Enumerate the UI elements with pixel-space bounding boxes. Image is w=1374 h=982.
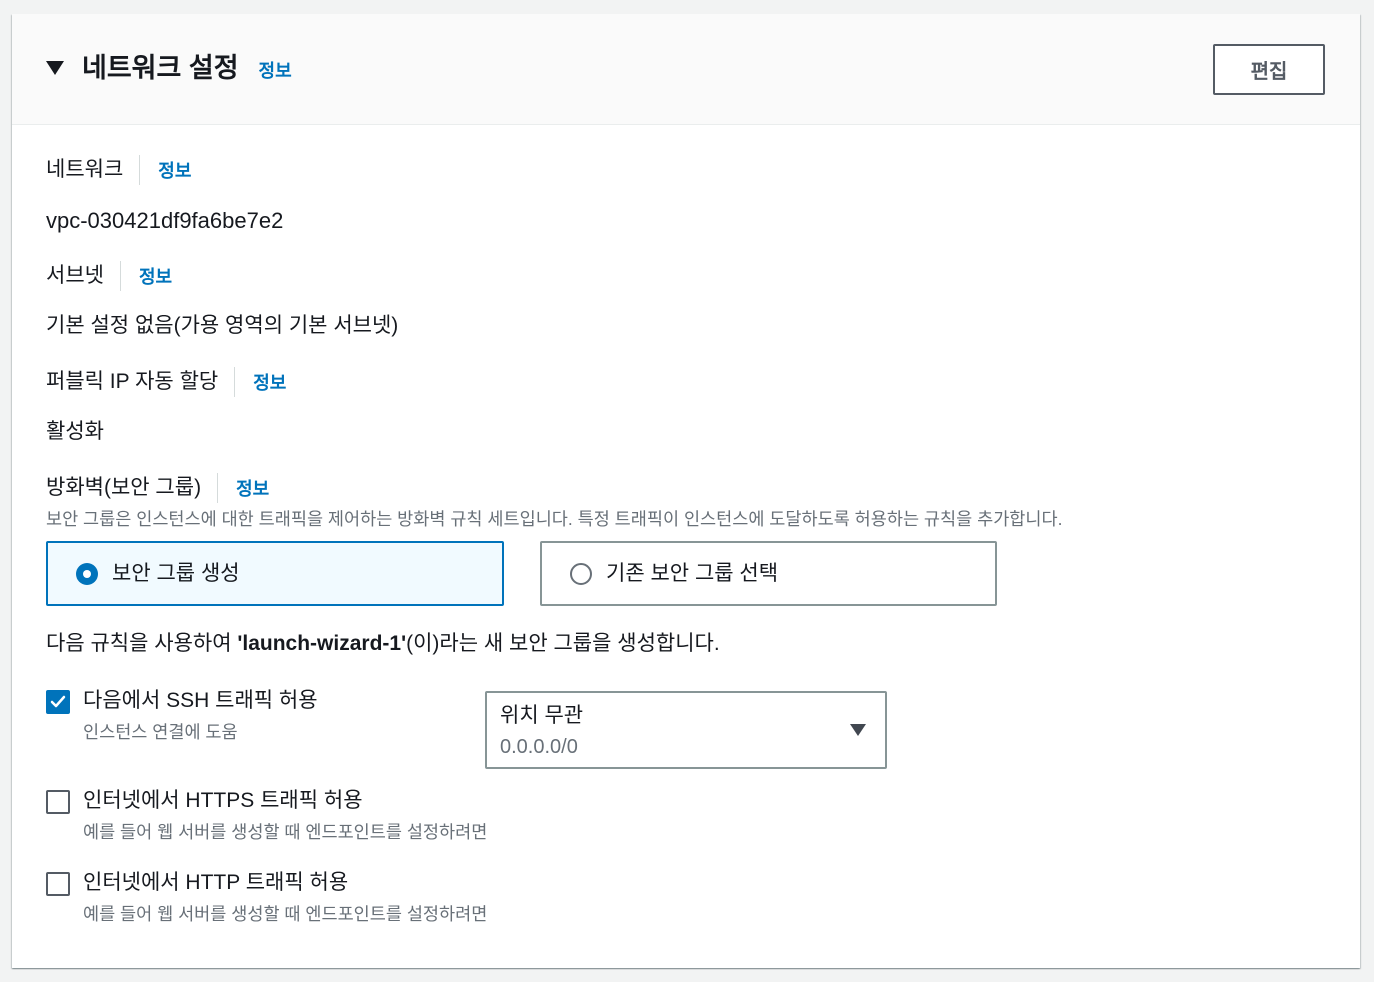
ssh-rule-description: 인스턴스 연결에 도움 bbox=[83, 722, 238, 742]
subnet-field-header: 서브넷 정보 bbox=[46, 261, 172, 291]
subnet-info-link[interactable]: 정보 bbox=[139, 263, 172, 289]
create-security-group-tile[interactable]: 보안 그룹 생성 bbox=[46, 541, 504, 606]
http-rule-label[interactable]: 인터넷에서 HTTP 트래픽 허용 bbox=[83, 868, 348, 898]
firewall-field-header: 방화벽(보안 그룹) 정보 bbox=[46, 473, 269, 503]
select-existing-security-group-label: 기존 보안 그룹 선택 bbox=[606, 561, 779, 585]
ssh-source-selected-value: 0.0.0.0/0 bbox=[500, 736, 578, 758]
firewall-description: 보안 그룹은 인스턴스에 대한 트래픽을 제어하는 방화벽 규칙 세트입니다. … bbox=[46, 509, 1063, 529]
http-rule-description: 예를 들어 웹 서버를 생성할 때 엔드포인트를 설정하려면 bbox=[83, 904, 488, 924]
ssh-source-selected-label: 위치 무관 bbox=[500, 704, 584, 727]
edit-button[interactable]: 편집 bbox=[1213, 44, 1325, 95]
ssh-checkbox[interactable] bbox=[46, 690, 70, 714]
firewall-label: 방화벽(보안 그룹) bbox=[46, 473, 219, 503]
caret-down-icon[interactable] bbox=[850, 724, 866, 736]
network-info-link[interactable]: 정보 bbox=[158, 157, 191, 183]
subnet-value: 기본 설정 없음(가용 영역의 기본 서브넷) bbox=[46, 314, 399, 337]
subnet-label: 서브넷 bbox=[46, 261, 121, 291]
radio-icon[interactable] bbox=[570, 562, 592, 585]
select-existing-security-group-tile[interactable]: 기존 보안 그룹 선택 bbox=[540, 541, 997, 606]
rules-intro: 다음 규칙을 사용하여 'launch-wizard-1'(이)라는 새 보안 … bbox=[46, 629, 720, 659]
network-value: vpc-030421df9fa6be7e2 bbox=[46, 208, 284, 233]
https-checkbox[interactable] bbox=[46, 790, 70, 814]
http-checkbox[interactable] bbox=[46, 872, 70, 896]
caret-down-icon[interactable] bbox=[46, 61, 64, 75]
radio-icon[interactable] bbox=[76, 562, 98, 585]
ssh-source-select[interactable]: 위치 무관 0.0.0.0/0 bbox=[485, 691, 887, 769]
https-rule-description: 예를 들어 웹 서버를 생성할 때 엔드포인트를 설정하려면 bbox=[83, 822, 488, 842]
firewall-info-link[interactable]: 정보 bbox=[236, 475, 269, 501]
create-security-group-label: 보안 그룹 생성 bbox=[112, 561, 240, 585]
rules-intro-suffix: (이)라는 새 보안 그룹을 생성합니다. bbox=[406, 632, 720, 655]
public-ip-info-link[interactable]: 정보 bbox=[253, 369, 286, 395]
public-ip-value: 활성화 bbox=[46, 420, 104, 443]
rules-intro-prefix: 다음 규칙을 사용하여 bbox=[46, 632, 238, 655]
panel-header: 네트워크 설정 정보 편집 bbox=[12, 14, 1360, 125]
section-info-link[interactable]: 정보 bbox=[259, 57, 292, 83]
security-group-name: 'launch-wizard-1' bbox=[237, 632, 407, 655]
https-rule-label[interactable]: 인터넷에서 HTTPS 트래픽 허용 bbox=[83, 786, 363, 816]
network-field-header: 네트워크 정보 bbox=[46, 155, 191, 185]
panel-title-row: 네트워크 설정 정보 bbox=[82, 48, 292, 88]
public-ip-field-header: 퍼블릭 IP 자동 할당 정보 bbox=[46, 367, 286, 397]
ssh-rule-label[interactable]: 다음에서 SSH 트래픽 허용 bbox=[83, 686, 318, 716]
network-label: 네트워크 bbox=[46, 155, 141, 185]
public-ip-label: 퍼블릭 IP 자동 할당 bbox=[46, 367, 236, 397]
panel-title: 네트워크 설정 bbox=[82, 53, 239, 83]
check-icon bbox=[50, 695, 66, 708]
network-settings-panel: 네트워크 설정 정보 편집 네트워크 정보 vpc-030421df9fa6be… bbox=[12, 14, 1360, 968]
